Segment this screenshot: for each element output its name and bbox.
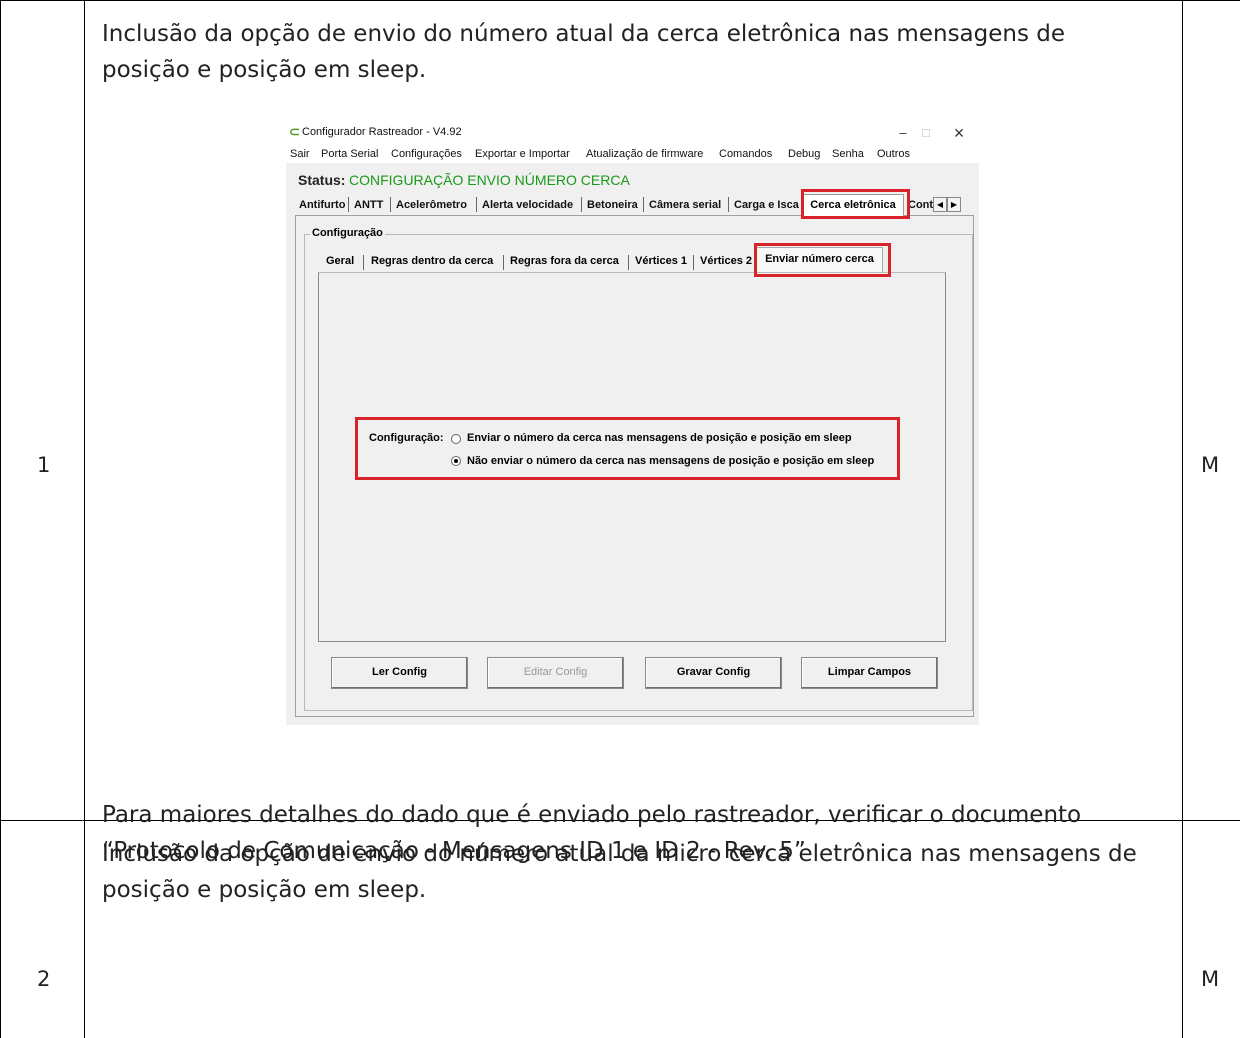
app-window-screenshot: ⊂ Configurador Rastreador - V4.92 – □ × … [286, 121, 979, 725]
row-2-description: Inclusão da opção de envio do número atu… [102, 836, 1172, 908]
tab-separator [476, 197, 477, 212]
editar-config-button[interactable]: Editar Config [487, 657, 624, 689]
row-2-type: M [1201, 967, 1220, 991]
tab-separator [693, 255, 694, 270]
tab-separator [503, 255, 504, 270]
ler-config-button[interactable]: Ler Config [331, 657, 468, 689]
limpar-campos-button[interactable]: Limpar Campos [801, 657, 938, 689]
maximize-icon[interactable]: □ [913, 123, 939, 143]
menu-exportar-importar[interactable]: Exportar e Importar [475, 148, 570, 160]
gravar-config-button[interactable]: Gravar Config [645, 657, 782, 689]
tab-separator [643, 197, 644, 212]
menu-configuracoes[interactable]: Configurações [391, 148, 462, 160]
tab-betoneira[interactable]: Betoneira [587, 196, 638, 214]
tab-carga-isca[interactable]: Carga e Isca [734, 196, 799, 214]
subtab-geral[interactable]: Geral [326, 255, 354, 267]
document-page: 1 M Inclusão da opção de envio do número… [0, 0, 1240, 1038]
app-window-title: Configurador Rastreador - V4.92 [302, 126, 462, 138]
tab-separator [348, 197, 349, 212]
table-top-border [0, 0, 1240, 1]
tab-separator [728, 197, 729, 212]
subtab-regras-dentro[interactable]: Regras dentro da cerca [371, 255, 493, 267]
menu-outros[interactable]: Outros [877, 148, 910, 160]
tab-separator [581, 197, 582, 212]
menu-comandos[interactable]: Comandos [719, 148, 772, 160]
row-2-number: 2 [37, 967, 51, 991]
tab-alerta-velocidade[interactable]: Alerta velocidade [482, 196, 573, 214]
app-logo-icon: ⊂ [289, 124, 300, 139]
tab-scroll-left-icon[interactable]: ◀ [933, 197, 947, 212]
tab-acelerometro[interactable]: Acelerômetro [396, 196, 467, 214]
menu-atualizacao-firmware[interactable]: Atualização de firmware [586, 148, 703, 160]
subtab-regras-fora[interactable]: Regras fora da cerca [510, 255, 619, 267]
status-value: CONFIGURAÇÃO ENVIO NÚMERO CERCA [349, 172, 630, 188]
table-col-divider-2 [1182, 0, 1183, 1038]
row-1-type: M [1201, 453, 1220, 477]
app-menubar: Sair Porta Serial Configurações Exportar… [286, 147, 979, 163]
tab-scroll-right-icon[interactable]: ▶ [947, 197, 961, 212]
highlight-main-tab [801, 189, 910, 219]
row-2-description-line-2: posição e posição em sleep. [102, 877, 427, 903]
subtab-vertices-1[interactable]: Vértices 1 [635, 255, 687, 267]
highlight-options [355, 417, 900, 480]
menu-senha[interactable]: Senha [832, 148, 864, 160]
tab-antifurto[interactable]: Antifurto [299, 196, 345, 214]
tab-antt[interactable]: ANTT [354, 196, 383, 214]
menu-porta-serial[interactable]: Porta Serial [321, 148, 378, 160]
menu-sair[interactable]: Sair [290, 148, 310, 160]
app-titlebar: ⊂ Configurador Rastreador - V4.92 – □ × [286, 121, 979, 147]
subtab-vertices-2[interactable]: Vértices 2 [700, 255, 752, 267]
row-1-note-line-1: Para maiores detalhes do dado que é envi… [102, 802, 1082, 828]
row-1-description-line-2: posição e posição em sleep. [102, 57, 427, 83]
tab-cont[interactable]: Cont [908, 196, 933, 214]
row-2-description-line-1: Inclusão da opção de envio do número atu… [102, 841, 1137, 867]
table-col-divider-1 [84, 0, 85, 1038]
configuracao-group-title: Configuração [310, 227, 385, 239]
close-icon[interactable]: × [946, 123, 972, 143]
table-left-border [0, 0, 1, 1038]
row-1-number: 1 [37, 453, 51, 477]
tab-separator [628, 255, 629, 270]
row-1-description-line-1: Inclusão da opção de envio do número atu… [102, 21, 1066, 47]
menu-debug[interactable]: Debug [788, 148, 820, 160]
tab-camera-serial[interactable]: Câmera serial [649, 196, 721, 214]
row-1-description: Inclusão da opção de envio do número atu… [102, 16, 1172, 88]
tab-separator [363, 255, 364, 270]
status-label: Status: [298, 172, 346, 188]
highlight-sub-tab [754, 243, 891, 277]
tab-separator [390, 197, 391, 212]
